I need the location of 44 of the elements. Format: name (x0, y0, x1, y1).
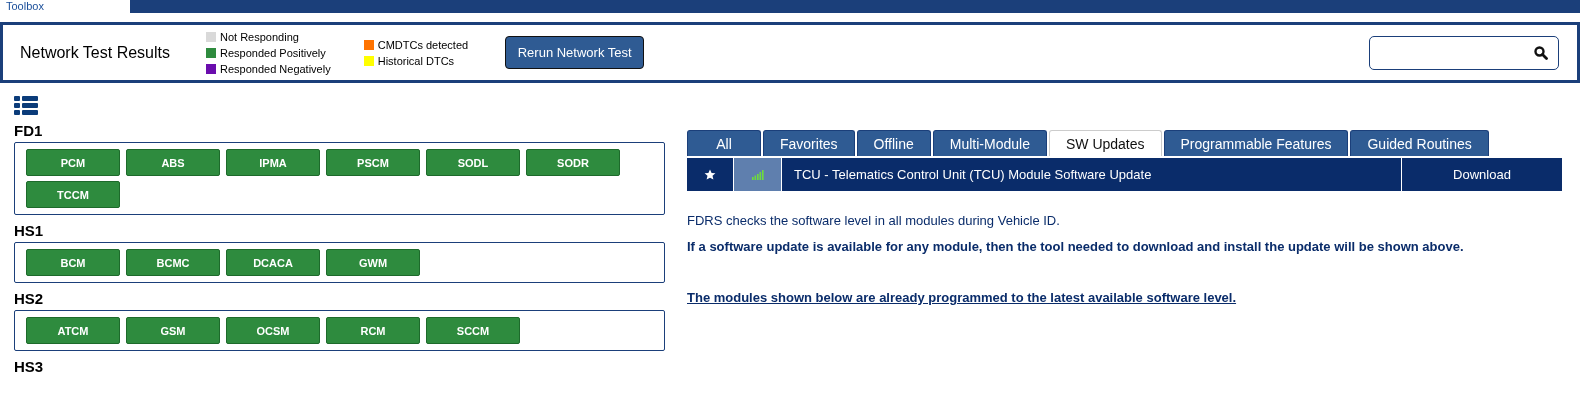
module-button[interactable]: BCM (26, 249, 120, 276)
search-field[interactable] (1369, 35, 1559, 70)
module-button[interactable]: ABS (126, 149, 220, 176)
update-row[interactable]: TCU - Telematics Control Unit (TCU) Module Software Update Download (687, 158, 1562, 191)
legend-label: Responded Positively (220, 46, 326, 59)
list-view-icon[interactable] (14, 96, 38, 116)
module-button[interactable]: OCSM (226, 317, 320, 344)
tab[interactable]: Offline (856, 130, 931, 156)
info-text: If a software update is available for any module, then the tool needed to download and install the update will be shown above. (687, 239, 1465, 254)
module-button[interactable]: PCM (26, 149, 120, 176)
header-title: Network Test Results (20, 43, 171, 62)
star-icon[interactable] (704, 168, 716, 181)
modules-link[interactable]: The modules shown below are already programmed to the latest available software level. (687, 290, 1237, 305)
module-button[interactable]: PSCM (326, 149, 420, 176)
tab[interactable]: Favorites (763, 130, 855, 156)
legend-label: Responded Negatively (220, 62, 331, 75)
legend-label: Historical DTCs (377, 54, 455, 67)
module-button[interactable]: BCMC (126, 249, 220, 276)
module-button[interactable]: SCCM (426, 317, 520, 344)
module-button[interactable]: GSM (126, 317, 220, 344)
update-title: TCU - Telematics Control Unit (TCU) Module Software Update (794, 167, 1152, 182)
module-button[interactable]: ATCM (26, 317, 120, 344)
network-label: HS2 (14, 290, 45, 307)
module-button[interactable]: SODR (526, 149, 620, 176)
module-button[interactable]: DCACA (226, 249, 320, 276)
tab[interactable]: Multi-Module (932, 130, 1047, 156)
tab[interactable]: All (687, 130, 761, 156)
network-label: FD1 (14, 122, 44, 139)
network-label: HS3 (14, 358, 45, 375)
tab[interactable]: Programmable Features (1163, 130, 1349, 156)
network-label: HS1 (14, 222, 45, 239)
module-button[interactable]: TCCM (26, 181, 120, 208)
legend-label: CMDTCs detected (377, 38, 469, 51)
info-text: FDRS checks the software level in all modules during Vehicle ID. (687, 213, 1061, 228)
signal-icon (751, 169, 764, 180)
tab[interactable]: Guided Routines (1350, 130, 1489, 156)
module-button[interactable]: SODL (426, 149, 520, 176)
rerun-button[interactable]: Rerun Network Test (505, 36, 645, 69)
tab[interactable]: SW Updates (1048, 130, 1162, 156)
legend-label: Not Responding (220, 30, 299, 43)
module-button[interactable]: GWM (326, 249, 420, 276)
module-button[interactable]: IPMA (226, 149, 320, 176)
search-icon[interactable] (1534, 45, 1548, 60)
module-button[interactable]: RCM (326, 317, 420, 344)
